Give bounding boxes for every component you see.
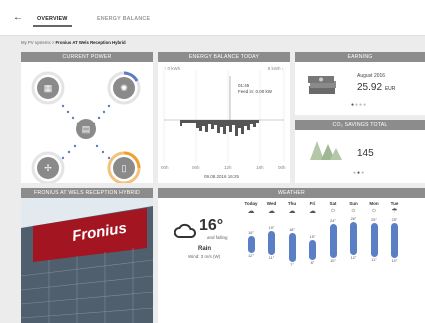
inverter-icon: ▤ [81, 124, 91, 134]
wind-info: Wind: 3 m/s (W) [188, 254, 221, 259]
forecast-low-temp: 12° [248, 254, 254, 258]
forecast-temp-bar [247, 236, 255, 253]
forecast-day-name: Wed [266, 201, 277, 206]
building-photo: Fronius [21, 198, 153, 323]
top-navigation-bar: ← OVERVIEW ENERGY BALANCE [0, 0, 425, 36]
rain-cloud-icon [174, 223, 196, 238]
forecast-low-temp: 12° [350, 256, 357, 260]
breadcrumb-separator: > [51, 40, 55, 45]
forecast-weather-icon: ☁ [309, 208, 316, 215]
forecast-day-name: Mon [369, 201, 379, 206]
energy-balance-title: ENERGY BALANCE TODAY [158, 52, 290, 62]
forecast-low-temp: 10° [391, 259, 398, 263]
battery-icon: ▯ [121, 163, 127, 173]
forecast-weather-icon: ☁ [247, 208, 255, 215]
forecast-day-name: Today [244, 201, 258, 206]
tab-energy-balance[interactable]: ENERGY BALANCE [97, 16, 150, 22]
system-photo-title: FRONIUS AT WELS RECEPTION HYBRID [21, 188, 153, 198]
x-tick: 00h [278, 165, 286, 170]
earning-panel[interactable]: EARNING August 2016 25.92 EUR ●●●● [295, 52, 425, 115]
breadcrumb-root[interactable]: My PV systems [21, 40, 51, 45]
tooltip-feed-in: Feed in: 0.00 kW [238, 89, 273, 94]
forecast-low-temp: 7° [290, 263, 294, 267]
co2-value: 145 [357, 148, 374, 159]
forecast-high-temp: 24° [330, 219, 336, 223]
earning-title: EARNING [295, 52, 425, 62]
current-power-panel[interactable]: CURRENT POWER ▦ ✺ ▤ ✢ ▯ [21, 52, 153, 183]
forecast-day-name: Sat [329, 201, 337, 206]
solar-panel-icon: ▦ [43, 83, 53, 93]
forecast-temp-bar [391, 223, 398, 258]
forecast-temp-bar [370, 223, 378, 257]
forecast-high-temp: 25° [371, 218, 377, 222]
system-photo-panel[interactable]: FRONIUS AT WELS RECEPTION HYBRID Fronius [21, 188, 153, 323]
chart-date: 09.08.2016 16:25 [204, 174, 240, 179]
forecast-day-name: Thu [287, 201, 297, 206]
x-tick: 00h [161, 165, 169, 170]
trees-icon [310, 141, 342, 160]
forecast-high-temp: 18° [289, 228, 295, 232]
energy-balance-panel[interactable]: ENERGY BALANCE TODAY ↑ 0 kWh 8 kWh ↓ 01:… [158, 52, 290, 183]
forecast-weather-icon: ☼ [329, 207, 337, 214]
lightbulb-icon: ✺ [120, 83, 128, 93]
forecast-day-name: Tue [390, 201, 399, 206]
forecast-high-temp: 26° [350, 217, 357, 221]
earning-currency: EUR [384, 86, 396, 92]
earning-period: August 2016 [357, 73, 386, 79]
earning-amount: 25.92 [357, 82, 383, 93]
back-arrow-icon[interactable]: ← [13, 12, 23, 23]
carousel-dots[interactable]: ●●● [353, 170, 365, 176]
forecast-low-temp: 10° [330, 259, 336, 263]
forecast-temp-bar [268, 231, 275, 255]
co2-savings-panel[interactable]: CO₂ SAVINGS TOTAL 145 ●●● [295, 120, 425, 183]
forecast-low-temp: 8° [310, 261, 315, 265]
forecast-weather-icon: ☂ [391, 208, 398, 215]
forecast-low-temp: 11° [371, 258, 377, 262]
forecast-weather-icon: ☁ [268, 208, 275, 215]
grid-pylon-icon: ✢ [44, 163, 52, 173]
forecast-weather-icon: ☼ [370, 207, 378, 214]
forecast-day-name: Sun [349, 201, 358, 206]
forecast-temp-bar [350, 222, 357, 255]
forecast-temp-bar [309, 240, 316, 260]
weather-panel[interactable]: WEATHER 16° and falling Rain Wind: 3 m/s… [158, 188, 425, 323]
forecast-day-name: Fri [309, 201, 316, 206]
forecast-high-temp: 15° [309, 235, 316, 239]
forecast-weather-icon: ☼ [350, 207, 357, 214]
x-tick: 18h [256, 165, 264, 170]
current-temperature: 16° [199, 217, 224, 234]
weather-condition: Rain [198, 246, 212, 252]
energy-balance-chart [163, 70, 285, 162]
chart-tooltip: 01:45 Feed in: 0.00 kW [238, 83, 272, 95]
x-tick: 06h [192, 165, 200, 170]
forecast-weather-icon: ☁ [288, 208, 296, 215]
forecast-temp-bar [288, 233, 296, 262]
money-stack-icon [308, 76, 336, 94]
current-power-title: CURRENT POWER [21, 52, 153, 62]
x-tick: 12h [224, 165, 232, 170]
forecast-temp-bar [329, 224, 337, 258]
forecast-high-temp: 25° [391, 218, 398, 222]
co2-savings-title: CO₂ SAVINGS TOTAL [295, 120, 425, 130]
earning-value: 25.92 EUR [357, 82, 395, 93]
forecast-high-temp: 19° [268, 226, 275, 230]
forecast-high-temp: 16° [248, 231, 254, 235]
forecast-low-temp: 11° [268, 256, 275, 260]
tab-overview[interactable]: OVERVIEW [33, 16, 72, 27]
breadcrumb-current: Fronius AT Wels Reception Hybrid [55, 40, 126, 45]
breadcrumb: My PV systems > Fronius AT Wels Receptio… [21, 40, 126, 45]
temperature-trend: and falling [207, 235, 228, 240]
carousel-dots[interactable]: ●●●● [351, 102, 367, 108]
weather-title: WEATHER [158, 188, 425, 198]
